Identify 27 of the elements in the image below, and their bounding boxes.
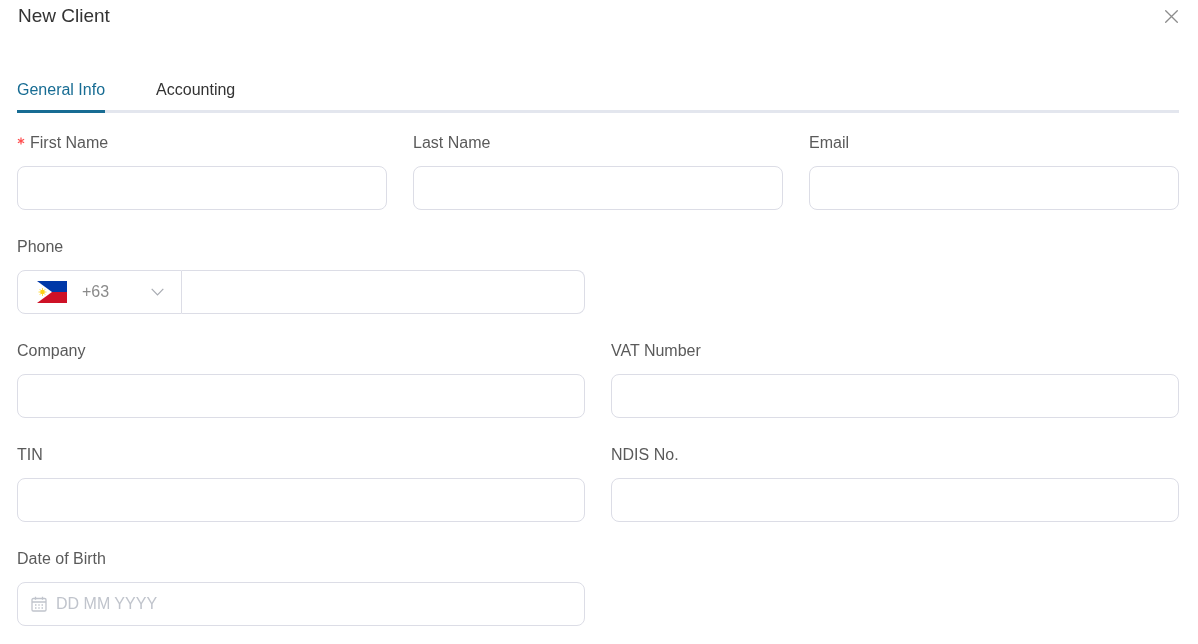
calendar-icon xyxy=(31,596,47,612)
field-label: NDIS No. xyxy=(611,445,679,465)
field-label: Email xyxy=(809,133,849,153)
phone-number-field[interactable] xyxy=(182,270,585,314)
country-code-select[interactable]: +63 xyxy=(17,270,182,314)
flag-icon xyxy=(37,281,67,303)
close-icon xyxy=(1165,9,1178,23)
date-field[interactable]: DD MM YYYY xyxy=(17,582,585,626)
field-label: First Name xyxy=(30,133,109,153)
field-label: TIN xyxy=(17,445,43,465)
text-field[interactable] xyxy=(17,374,585,418)
field-label: Date of Birth xyxy=(17,549,106,569)
text-field[interactable] xyxy=(809,166,1179,210)
field-label: Company xyxy=(17,341,86,361)
text-field[interactable] xyxy=(17,478,585,522)
field-label: Phone xyxy=(17,237,64,257)
text-field[interactable] xyxy=(413,166,783,210)
field-label: Last Name xyxy=(413,133,491,153)
tab[interactable]: General Info xyxy=(17,80,106,113)
text-field[interactable] xyxy=(611,374,1179,418)
field-label: VAT Number xyxy=(611,341,701,361)
close-button[interactable] xyxy=(1165,9,1178,23)
text-field[interactable] xyxy=(611,478,1179,522)
caret-icon xyxy=(151,288,164,296)
dialog-title: New Client xyxy=(18,4,110,28)
text-field[interactable] xyxy=(17,166,387,210)
tab[interactable]: Accounting xyxy=(156,80,236,113)
